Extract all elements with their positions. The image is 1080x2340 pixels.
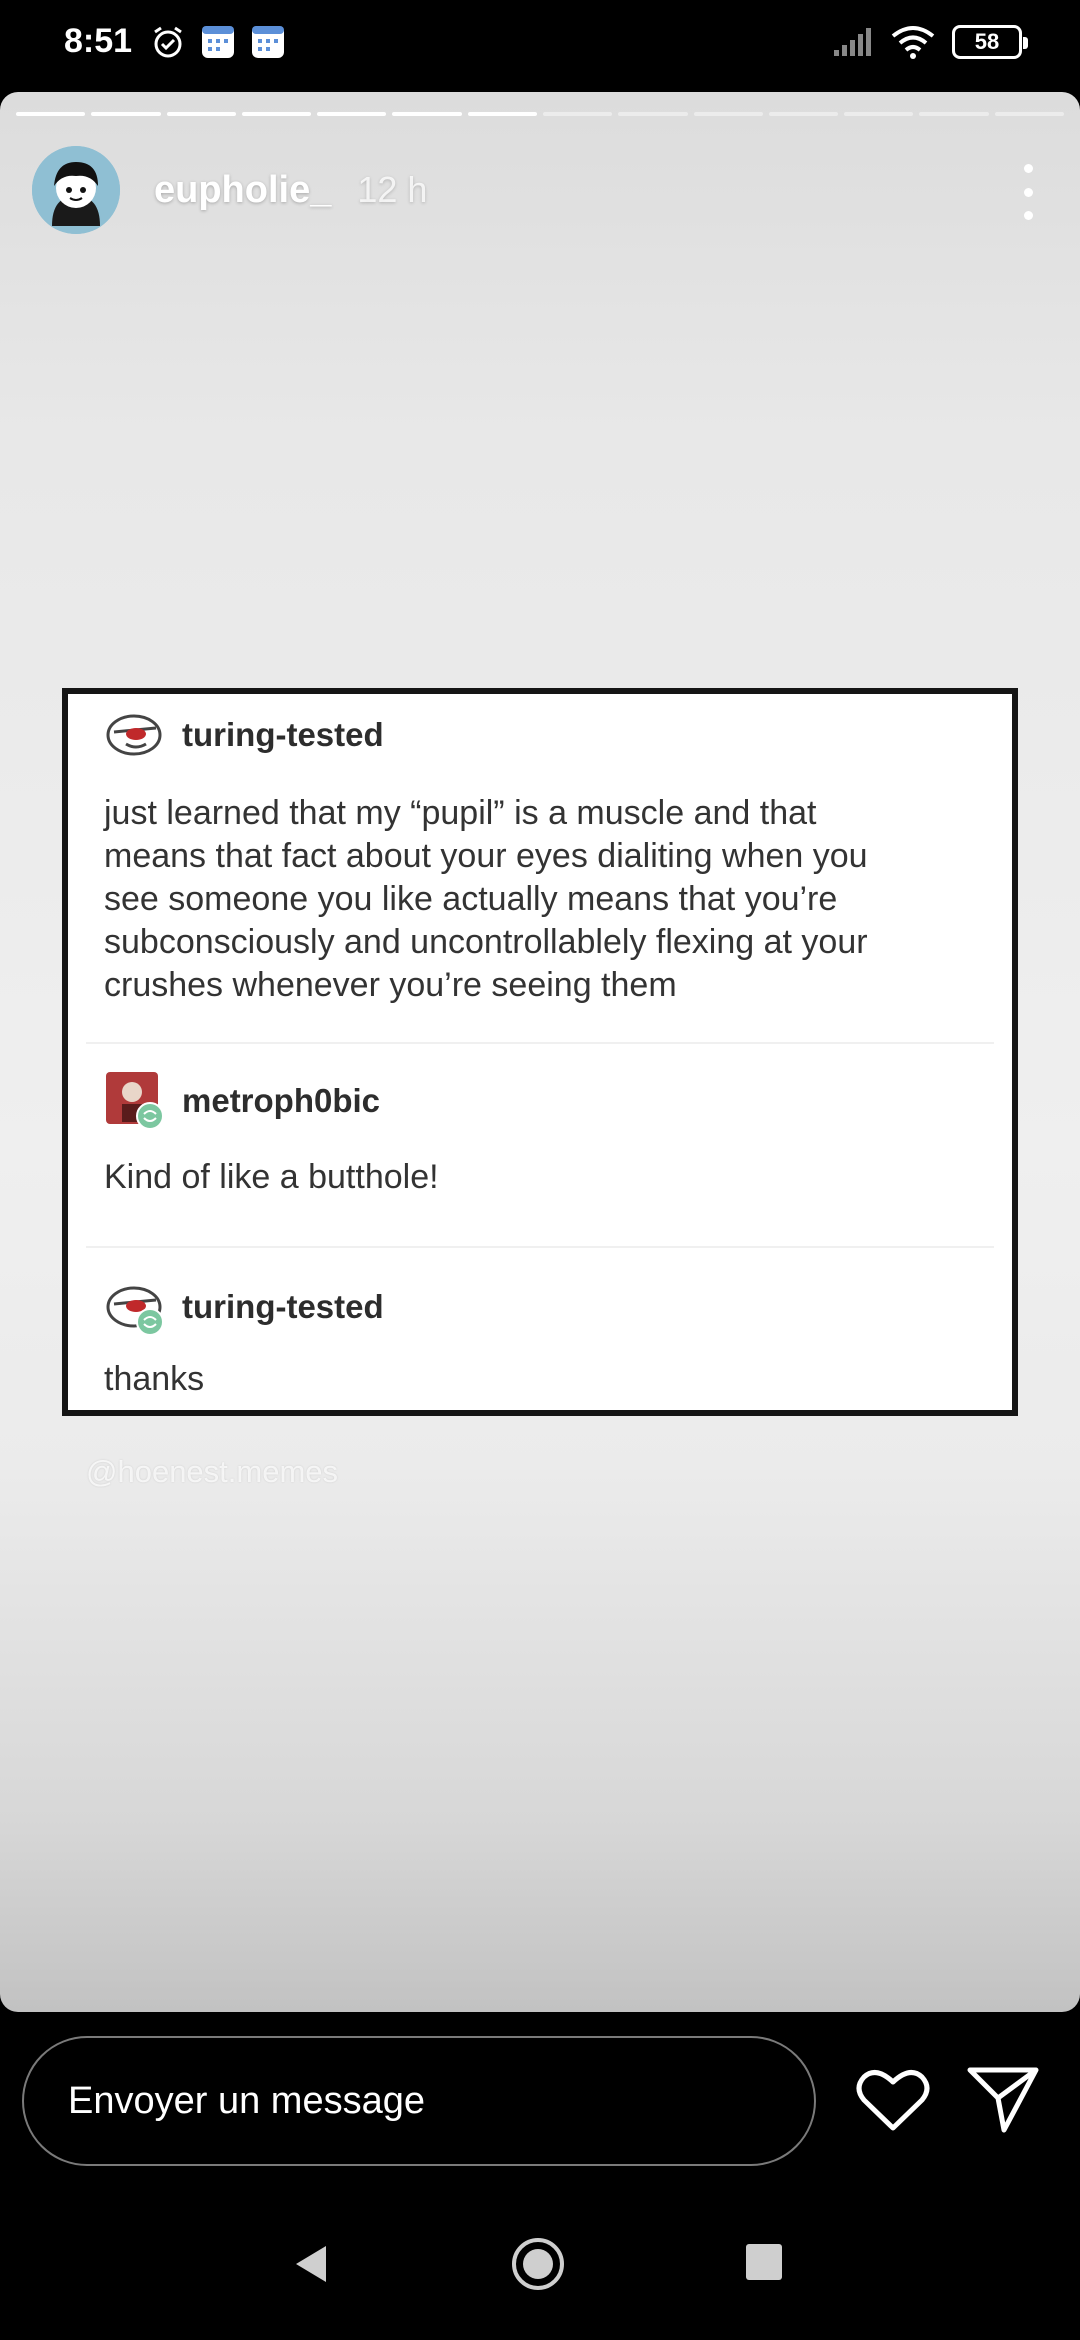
avatar[interactable] [32,146,120,234]
more-dot-icon [1023,164,1033,173]
story-time-ago: 12 h [357,169,428,210]
story-progress-bar [16,112,1064,116]
post-entry: turing-tested just learned that my “pupi… [68,704,1012,1007]
status-system-icons: 58 [832,24,1028,60]
post-entry: turing-tested thanks [68,1276,1012,1401]
story-progress-segment [844,112,914,116]
post-body-line: see someone you like actually means that… [104,880,838,918]
status-time: 8:51 [64,22,133,60]
more-dot-icon [1023,211,1033,220]
post-divider [86,1042,994,1044]
post-author-name: metroph0bic [182,1082,381,1119]
calendar-icon [202,26,234,58]
story-progress-segment [166,112,236,116]
avatar-face-icon [32,146,120,234]
system-nav-bar [0,2192,1080,2340]
story-progress-segment [241,112,312,116]
status-bar: 8:51 58 [0,0,1080,92]
send-paper-plane-icon[interactable] [966,2064,1040,2134]
calendar-icon [252,26,284,58]
recent-apps-icon[interactable] [746,2244,782,2280]
alarm-icon [154,26,182,58]
post-body-line: crushes whenever you’re seeing them [104,966,677,1004]
post-body-line: Kind of like a butthole! [104,1158,439,1196]
post-body-text: thanks [104,1358,976,1401]
post-author-name: turing-tested [182,716,384,753]
more-dot-icon [1023,187,1033,197]
character-avatar-icon [106,1072,164,1130]
post-body-line: thanks [104,1360,205,1398]
post-body-line: means that fact about your eyes dialitin… [104,837,868,875]
battery-icon: 58 [952,25,1028,59]
watermark-text: @hoenest.memes [86,1454,339,1489]
story-progress-segment [16,112,86,116]
signal-icon [834,28,871,56]
story-progress-segment [91,112,161,116]
story-post-image: turing-tested just learned that my “pupi… [62,688,1018,1416]
like-heart-icon[interactable] [856,2068,930,2132]
story-progress-segment [392,112,462,116]
post-body-line: just learned that my “pupil” is a muscle… [104,794,817,832]
more-options-button[interactable] [1008,164,1048,220]
story-progress-segment [317,112,387,116]
post-body-text: just learned that my “pupil” is a muscle… [104,792,976,1007]
status-notification-icons [150,24,286,60]
story-progress-segment [542,112,613,116]
sunglasses-avatar-icon [106,714,162,756]
story-progress-segment [467,112,537,116]
story-progress-segment [919,112,989,116]
back-icon[interactable] [290,2242,334,2286]
message-input[interactable]: Envoyer un message [22,2036,816,2166]
post-body-line: subconsciously and uncontrollablely flex… [104,923,868,961]
home-icon[interactable] [510,2236,566,2292]
story-username[interactable]: eupholie_ [154,169,331,212]
story-progress-segment [994,112,1064,116]
post-divider [86,1246,994,1248]
story-progress-segment [618,112,688,116]
post-entry: metroph0bic Kind of like a butthole! [68,1070,1012,1199]
post-body-text: Kind of like a butthole! [104,1156,976,1199]
story-progress-segment [693,112,763,116]
story-viewer[interactable]: eupholie_ 12 h turing-tested just learne… [0,92,1080,2012]
reply-bar: Envoyer un message [0,2012,1080,2192]
sunglasses-avatar-icon [106,1286,164,1336]
post-author-name: turing-tested [182,1288,384,1325]
wifi-icon [891,26,935,59]
story-header: eupholie_ 12 h [32,142,1048,238]
story-progress-segment [768,112,839,116]
